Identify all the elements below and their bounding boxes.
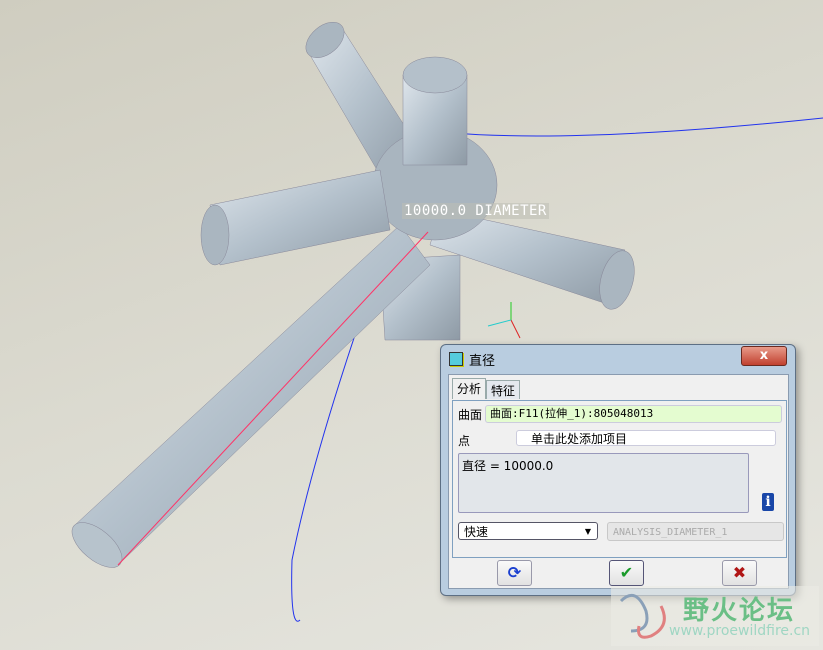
feature-name-field[interactable]: ANALYSIS_DIAMETER_1: [607, 522, 784, 541]
dialog-titlebar[interactable]: 直径: [449, 348, 495, 370]
info-icon[interactable]: i: [762, 493, 774, 511]
repeat-button[interactable]: ⟳: [497, 560, 532, 586]
arm-lower-left: [74, 224, 431, 566]
dimension-label: 10000.0 DIAMETER: [402, 203, 549, 219]
surface-label: 曲面: [458, 408, 483, 422]
mode-select-value: 快速: [464, 525, 489, 539]
dialog-title: 直径: [469, 353, 496, 369]
surface-field[interactable]: 曲面:F11(拉伸_1):805048013: [485, 405, 782, 423]
mode-select[interactable]: 快速 ▼: [458, 522, 598, 540]
diameter-dialog: 直径 x 分析 特征 曲面 曲面:F11(拉伸_1):805048013 点 单…: [440, 344, 796, 596]
close-button[interactable]: x: [741, 346, 787, 366]
app-icon: [449, 352, 463, 366]
watermark: 野火论坛 www.proewildfire.cn: [611, 586, 819, 646]
watermark-url: www.proewildfire.cn: [669, 623, 811, 639]
arm-left: [209, 169, 391, 266]
chevron-down-icon: ▼: [584, 527, 591, 536]
watermark-title: 野火论坛: [683, 596, 796, 626]
watermark-logo: [619, 593, 666, 639]
axes-icon: [487, 302, 521, 339]
ok-button[interactable]: ✔: [609, 560, 644, 586]
analysis-pane: 曲面 曲面:F11(拉伸_1):805048013 点 单击此处添加项目 直径 …: [452, 400, 787, 558]
point-field[interactable]: 单击此处添加项目: [516, 430, 776, 446]
point-label: 点: [458, 434, 471, 448]
result-area: 直径 = 10000.0: [458, 453, 749, 513]
tab-feature[interactable]: 特征: [486, 380, 521, 399]
cancel-button[interactable]: ✖: [722, 560, 757, 586]
tab-analysis[interactable]: 分析: [452, 378, 487, 399]
